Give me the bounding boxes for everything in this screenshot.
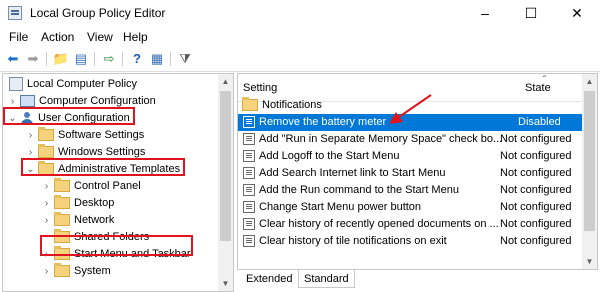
policy-setting-icon bbox=[243, 167, 255, 179]
scroll-thumb[interactable] bbox=[220, 91, 231, 241]
tree-label: System bbox=[74, 265, 111, 277]
details-pane: Setting ⌃ State Notifications Remove the… bbox=[237, 73, 598, 270]
menu-action[interactable]: Action bbox=[41, 30, 74, 44]
list-item[interactable]: Change Start Menu power button Not confi… bbox=[238, 199, 583, 216]
policy-setting-icon bbox=[243, 150, 255, 162]
title-bar: Local Group Policy Editor – ☐ ✕ bbox=[0, 0, 600, 27]
up-folder-icon[interactable]: 📁 bbox=[52, 50, 70, 68]
folder-icon bbox=[38, 127, 54, 141]
highlight-box-administrative-templates bbox=[21, 158, 185, 176]
tree-label: Software Settings bbox=[58, 129, 145, 141]
show-hide-tree-icon[interactable]: ▤ bbox=[72, 50, 90, 68]
properties-icon[interactable]: ▦ bbox=[148, 50, 166, 68]
tree-item-control-panel[interactable]: › Control Panel bbox=[41, 178, 141, 195]
tree-item-system[interactable]: › System bbox=[41, 263, 111, 280]
folder-icon bbox=[54, 263, 70, 277]
list-item[interactable]: Clear history of tile notifications on e… bbox=[238, 233, 583, 250]
close-button[interactable]: ✕ bbox=[554, 0, 600, 27]
tree-label: Network bbox=[74, 214, 115, 226]
filter-icon[interactable]: ⧩ bbox=[176, 50, 194, 68]
scroll-thumb[interactable] bbox=[584, 91, 595, 231]
chevron-right-icon[interactable]: › bbox=[41, 178, 52, 195]
chevron-right-icon[interactable]: › bbox=[25, 127, 36, 144]
folder-icon bbox=[54, 195, 70, 209]
policy-setting-icon bbox=[243, 133, 255, 145]
list-item[interactable]: Notifications bbox=[238, 97, 583, 114]
details-scrollbar[interactable]: ▲ ▼ bbox=[582, 74, 597, 269]
chevron-right-icon[interactable]: › bbox=[41, 263, 52, 280]
list-item[interactable]: Clear history of recently opened documen… bbox=[238, 216, 583, 233]
help-icon[interactable]: ? bbox=[128, 50, 146, 68]
list-item[interactable]: Add "Run in Separate Memory Space" check… bbox=[238, 131, 583, 148]
view-tabs: Extended Standard bbox=[237, 270, 598, 292]
tree-item-software-settings[interactable]: › Software Settings bbox=[25, 127, 144, 144]
chevron-right-icon[interactable]: › bbox=[41, 195, 52, 212]
chevron-right-icon[interactable]: › bbox=[41, 212, 52, 229]
folder-icon bbox=[54, 212, 70, 226]
tab-extended[interactable]: Extended bbox=[241, 270, 297, 288]
policy-icon bbox=[9, 77, 23, 91]
window-title: Local Group Policy Editor bbox=[30, 6, 166, 20]
policy-setting-icon bbox=[243, 116, 255, 128]
list-item[interactable]: Add Search Internet link to Start Menu N… bbox=[238, 165, 583, 182]
menu-file[interactable]: File bbox=[9, 30, 28, 44]
policy-setting-icon bbox=[243, 201, 255, 213]
folder-icon bbox=[242, 97, 258, 111]
computer-icon bbox=[20, 95, 35, 107]
policy-setting-icon bbox=[243, 218, 255, 230]
toolbar: ⬅ ➡ 📁 ▤ ⇨ ? ▦ ⧩ bbox=[0, 47, 600, 72]
scroll-down-arrow-icon[interactable]: ▼ bbox=[582, 254, 597, 269]
tree-label: Windows Settings bbox=[58, 146, 146, 158]
list-item[interactable]: Add the Run command to the Start Menu No… bbox=[238, 182, 583, 199]
policy-setting-icon bbox=[243, 184, 255, 196]
forward-arrow-icon[interactable]: ➡ bbox=[24, 50, 42, 68]
list-item-selected[interactable]: Remove the battery meter Disabled bbox=[238, 114, 583, 131]
tree-label: Desktop bbox=[74, 197, 115, 209]
tree-item-desktop[interactable]: › Desktop bbox=[41, 195, 114, 212]
menu-view[interactable]: View bbox=[87, 30, 113, 44]
tree-label: Control Panel bbox=[74, 180, 141, 192]
tree-label: Local Computer Policy bbox=[27, 78, 138, 90]
tree-pane: Local Computer Policy › Computer Configur… bbox=[2, 73, 234, 292]
tree-item-network[interactable]: › Network bbox=[41, 212, 114, 229]
folder-icon bbox=[54, 178, 70, 192]
back-arrow-icon[interactable]: ⬅ bbox=[4, 50, 22, 68]
folder-icon bbox=[38, 144, 54, 158]
policy-setting-icon bbox=[243, 235, 255, 247]
export-list-icon[interactable]: ⇨ bbox=[100, 50, 118, 68]
menu-help[interactable]: Help bbox=[123, 30, 148, 44]
highlight-box-user-configuration bbox=[3, 107, 135, 125]
tree-item-local-computer-policy[interactable]: Local Computer Policy bbox=[7, 76, 137, 93]
minimize-button[interactable]: – bbox=[462, 0, 508, 27]
tab-standard[interactable]: Standard bbox=[298, 270, 355, 288]
tree-label: Computer Configuration bbox=[39, 95, 156, 107]
scroll-up-arrow-icon[interactable]: ▲ bbox=[582, 74, 597, 89]
policy-editor-icon bbox=[8, 6, 22, 20]
list-item[interactable]: Add Logoff to the Start Menu Not configu… bbox=[238, 148, 583, 165]
menu-bar: File Action View Help bbox=[0, 28, 600, 47]
highlight-box-start-menu-and-taskbar bbox=[40, 235, 193, 256]
column-header-setting[interactable]: Setting bbox=[243, 82, 277, 94]
column-header-state[interactable]: State bbox=[525, 82, 551, 94]
tree-scrollbar[interactable]: ▲ ▼ bbox=[218, 74, 233, 291]
maximize-button[interactable]: ☐ bbox=[508, 0, 554, 27]
scroll-up-arrow-icon[interactable]: ▲ bbox=[218, 74, 233, 89]
scroll-down-arrow-icon[interactable]: ▼ bbox=[218, 276, 233, 291]
